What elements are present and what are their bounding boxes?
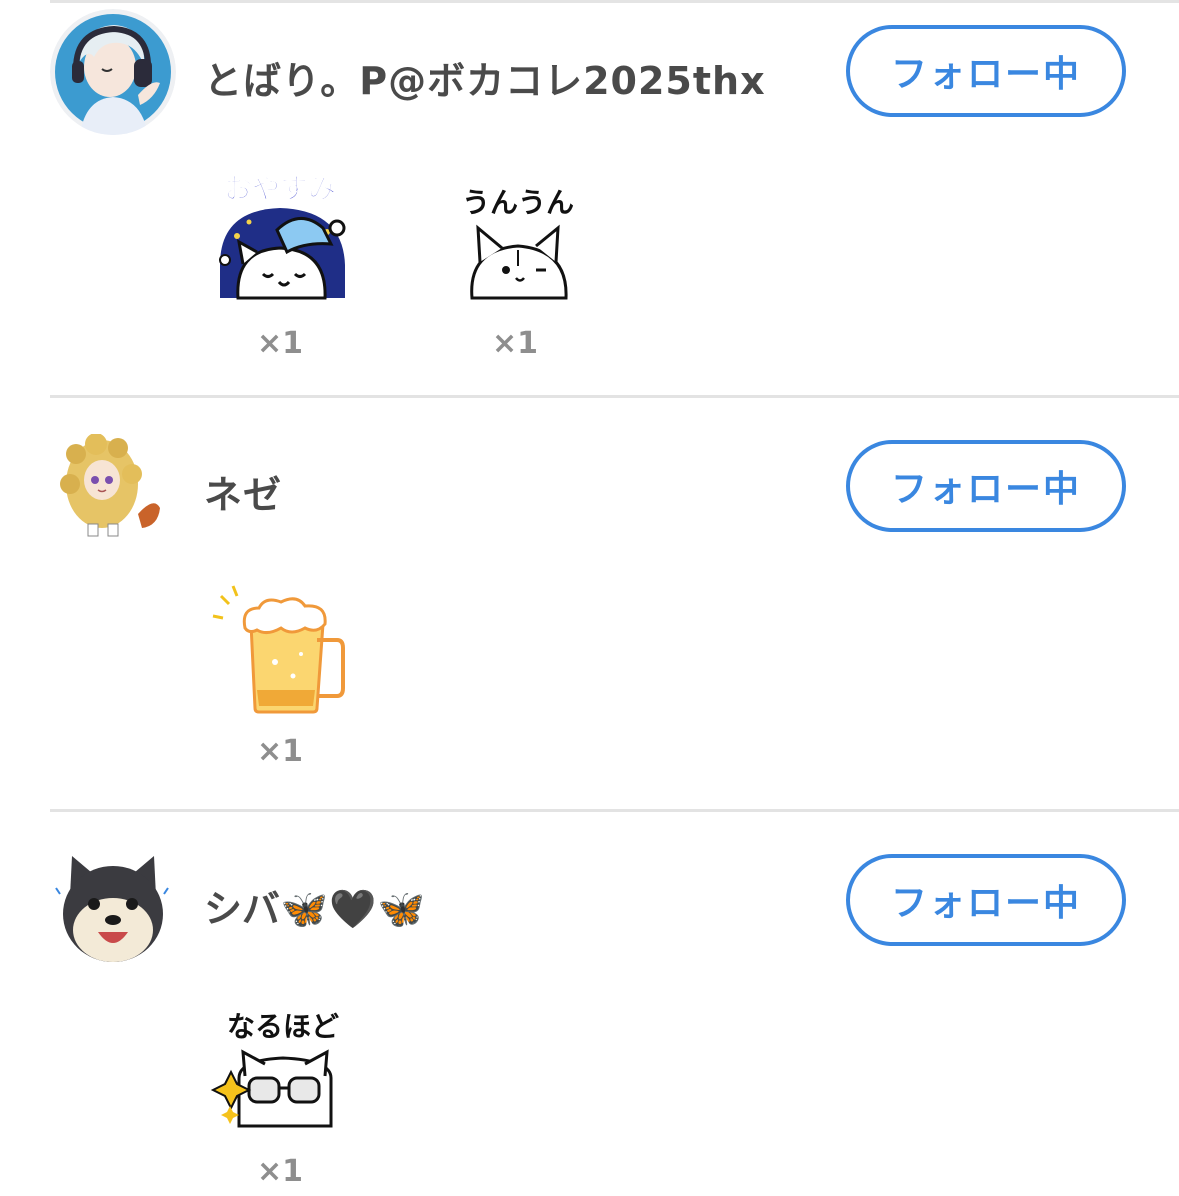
avatar-fried-shrimp-costume-icon: [60, 434, 160, 537]
sleeping-cat-sticker-icon: おやすみ: [219, 172, 346, 300]
glasses-cat-sticker-icon: なるほど: [210, 1010, 339, 1128]
username[interactable]: とばり。P@ボカコレ2025thx: [204, 50, 766, 105]
stamp-reaction[interactable]: うんうん ×1: [435, 170, 595, 361]
stamp-count: ×1: [491, 326, 538, 361]
stamp-label: なるほど: [227, 1010, 339, 1043]
following-button[interactable]: フォロー中: [846, 854, 1126, 946]
reaction-entry-3: シバ🦋🖤🦋 フォロー中 なるほど ×1: [0, 812, 1179, 1196]
reaction-entry-1: とばり。P@ボカコレ2025thx フォロー中 おやすみ ×1 うんうん ×1: [0, 0, 1179, 398]
stamp-label: おやすみ: [224, 172, 336, 205]
stamp-count: ×1: [256, 734, 303, 769]
avatar-anime-headphones-icon: [50, 9, 176, 135]
avatar[interactable]: [50, 848, 176, 974]
following-button[interactable]: フォロー中: [846, 440, 1126, 532]
username[interactable]: シバ🦋🖤🦋: [204, 878, 426, 933]
nodding-cat-sticker-icon: うんうん: [462, 186, 574, 300]
username[interactable]: ネゼ: [204, 464, 282, 519]
stamp-reaction[interactable]: ×1: [200, 578, 360, 769]
stamp-label: うんうん: [462, 186, 574, 219]
reaction-entry-2: ネゼ フォロー中 ×1: [0, 398, 1179, 812]
beer-mug-sticker-icon: [212, 585, 345, 714]
stamp-count: ×1: [256, 1154, 303, 1189]
stamp-reaction[interactable]: なるほど ×1: [200, 998, 360, 1189]
avatar[interactable]: [50, 9, 176, 135]
avatar[interactable]: [50, 434, 176, 560]
stamp-reaction[interactable]: おやすみ ×1: [200, 170, 360, 361]
avatar-shiba-dog-icon: [55, 856, 169, 962]
following-button[interactable]: フォロー中: [846, 25, 1126, 117]
stamp-count: ×1: [256, 326, 303, 361]
